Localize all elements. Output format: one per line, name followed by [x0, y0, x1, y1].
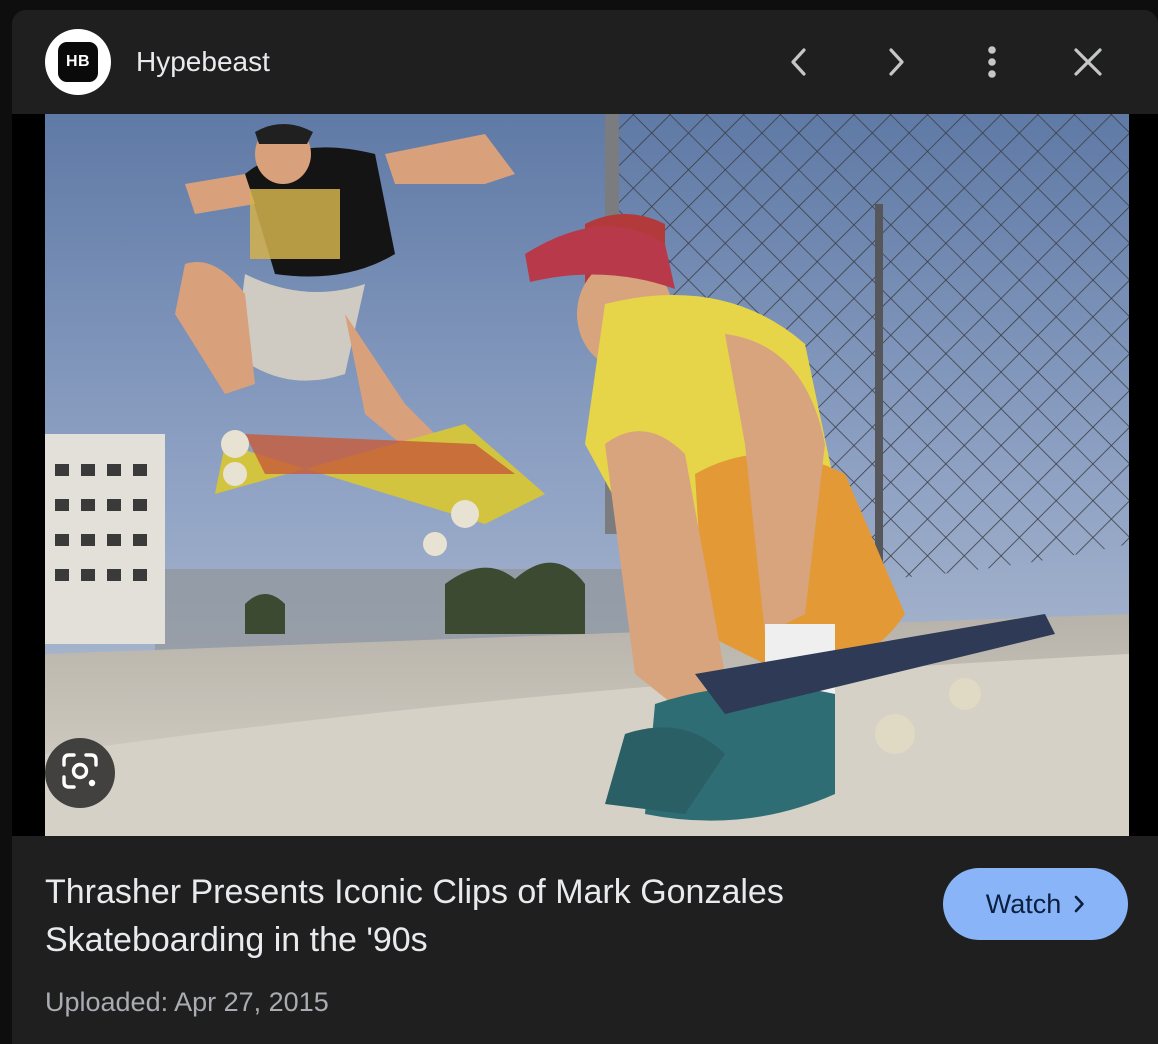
- watch-button[interactable]: Watch: [943, 868, 1128, 940]
- lens-button[interactable]: [45, 738, 115, 808]
- result-title[interactable]: Thrasher Presents Iconic Clips of Mark G…: [45, 868, 875, 964]
- close-button[interactable]: [1063, 37, 1113, 87]
- source-logo[interactable]: HB: [45, 29, 111, 95]
- close-icon: [1073, 47, 1103, 77]
- chevron-left-icon: [788, 47, 810, 77]
- chevron-right-icon: [1073, 895, 1085, 913]
- watch-button-label: Watch: [985, 888, 1062, 919]
- upload-date: Uploaded: Apr 27, 2015: [45, 987, 329, 1017]
- more-options-button[interactable]: [967, 37, 1017, 87]
- image-preview-panel: HB Hypebeast Thrasher Presents Iconic Cl…: [12, 10, 1158, 1044]
- more-vert-icon: [986, 45, 998, 79]
- preview-image: [45, 114, 1129, 836]
- source-name[interactable]: Hypebeast: [136, 44, 270, 80]
- source-logo-text: HB: [58, 42, 98, 82]
- previous-button[interactable]: [774, 37, 824, 87]
- lens-icon: [61, 752, 99, 795]
- panel-header: HB Hypebeast: [12, 10, 1158, 114]
- preview-image-container[interactable]: [12, 114, 1158, 836]
- next-button[interactable]: [871, 37, 921, 87]
- chevron-right-icon: [885, 47, 907, 77]
